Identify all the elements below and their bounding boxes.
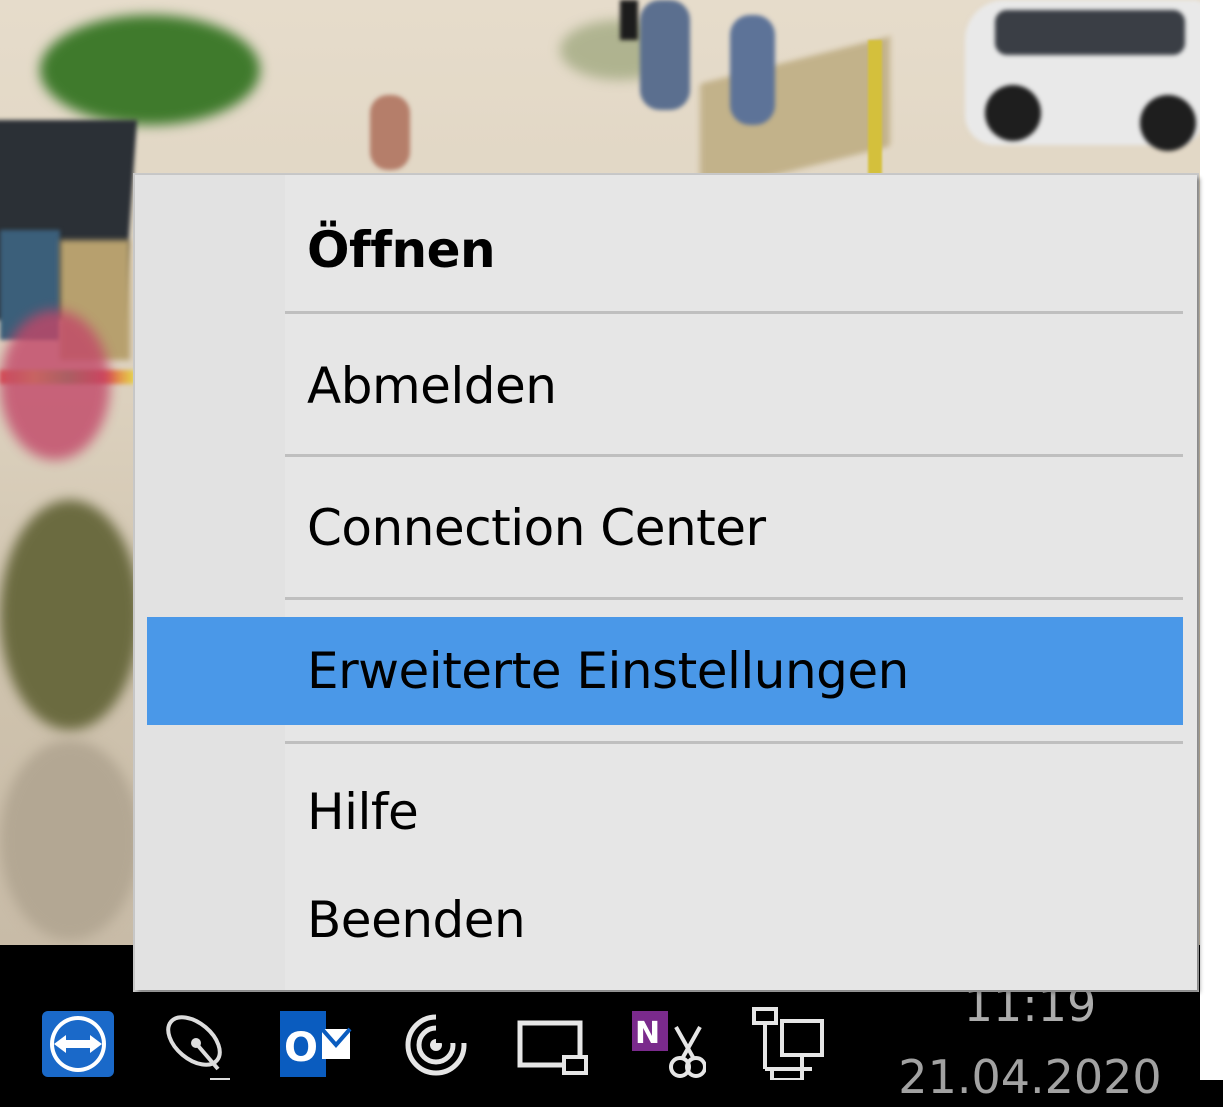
sand-shape xyxy=(0,740,140,940)
svg-text:O: O xyxy=(284,1025,318,1071)
post-shape xyxy=(620,0,638,40)
spiral-app-icon[interactable] xyxy=(398,1007,474,1080)
context-menu: Öffnen Abmelden Connection Center Erweit… xyxy=(135,175,1197,990)
screen-edge xyxy=(1200,0,1223,1080)
satellite-dish-icon[interactable] xyxy=(160,1007,236,1080)
flower-shape xyxy=(0,310,110,460)
menu-separator xyxy=(285,741,1183,744)
menu-item-open[interactable]: Öffnen xyxy=(147,195,1183,305)
person-shape xyxy=(370,95,410,170)
onenote-clipper-icon[interactable]: N xyxy=(630,1007,706,1080)
network-icon[interactable] xyxy=(752,1007,828,1080)
menu-item-advanced-settings[interactable]: Erweiterte Einstellungen xyxy=(147,617,1183,725)
menu-separator xyxy=(285,454,1183,457)
car-wheel-shape xyxy=(1140,95,1196,151)
volleyball-net-shape xyxy=(700,36,890,194)
menu-item-label: Öffnen xyxy=(307,221,496,279)
net-pole-shape xyxy=(868,40,882,175)
bush-shape xyxy=(40,15,260,125)
person-shape xyxy=(640,0,690,110)
menu-item-label: Erweiterte Einstellungen xyxy=(307,642,909,700)
display-icon[interactable] xyxy=(514,1007,590,1080)
teamviewer-icon[interactable] xyxy=(40,1007,116,1080)
menu-separator xyxy=(285,311,1183,314)
car-wheel-shape xyxy=(985,85,1041,141)
menu-item-sign-out[interactable]: Abmelden xyxy=(147,331,1183,441)
menu-separator xyxy=(285,597,1183,600)
car-window-shape xyxy=(995,10,1185,55)
menu-item-label: Hilfe xyxy=(307,783,419,841)
menu-item-label: Connection Center xyxy=(307,499,766,557)
person-shape xyxy=(730,15,775,125)
menu-item-label: Abmelden xyxy=(307,357,557,415)
svg-text:N: N xyxy=(635,1016,660,1051)
clock-date: 21.04.2020 xyxy=(898,1050,1162,1104)
menu-item-label: Beenden xyxy=(307,891,526,949)
menu-item-help[interactable]: Hilfe xyxy=(147,758,1183,866)
menu-item-exit[interactable]: Beenden xyxy=(147,866,1183,974)
shrub-shape xyxy=(0,500,140,730)
menu-item-connection-center[interactable]: Connection Center xyxy=(147,473,1183,583)
outlook-icon[interactable]: O xyxy=(278,1007,354,1080)
